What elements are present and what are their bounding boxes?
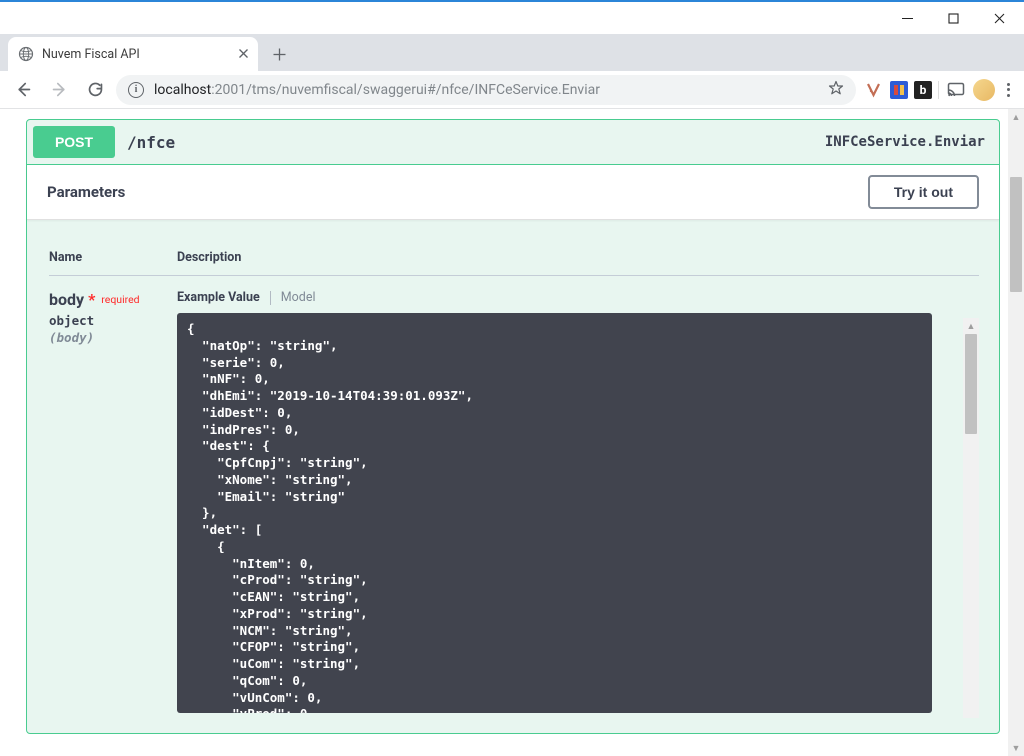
page-content: POST /nfce INFCeService.Enviar Parameter… <box>0 109 1024 756</box>
window-maximize-button[interactable] <box>930 3 976 33</box>
operation-path: /nfce <box>127 133 813 152</box>
example-scrollbar-thumb[interactable] <box>965 334 977 434</box>
back-button[interactable] <box>8 75 38 105</box>
window-minimize-button[interactable] <box>884 3 930 33</box>
extension-icon-3[interactable]: b <box>914 81 932 99</box>
parameter-type: object <box>49 313 177 328</box>
new-tab-button[interactable] <box>264 39 294 69</box>
window-titlebar <box>0 2 1024 34</box>
tab-close-icon[interactable] <box>239 47 248 62</box>
example-model-tabs: Example Value Model <box>177 290 979 305</box>
column-description: Description <box>177 250 979 265</box>
page-scrollbar-thumb[interactable] <box>1010 177 1022 292</box>
parameter-row: body * required object (body) Example Va… <box>49 276 979 713</box>
http-method-badge: POST <box>33 126 115 158</box>
parameter-name: body <box>49 290 84 309</box>
parameters-body: Name Description body * required object … <box>27 220 999 733</box>
browser-tab[interactable]: Nuvem Fiscal API <box>8 37 258 71</box>
operation-id: INFCeService.Enviar <box>825 134 985 150</box>
page-scroll-down-arrow-icon[interactable]: ▼ <box>1008 740 1024 756</box>
profile-avatar[interactable] <box>973 79 995 101</box>
parameter-in: (body) <box>49 330 177 345</box>
tab-example-value[interactable]: Example Value <box>177 290 260 305</box>
extension-icon-2[interactable] <box>890 81 908 99</box>
parameter-name-line: body * required <box>49 290 177 309</box>
example-json-block[interactable]: { "natOp": "string", "serie": 0, "nNF": … <box>177 313 932 713</box>
parameters-header: Parameters Try it out <box>27 165 999 220</box>
scroll-up-arrow-icon[interactable]: ▲ <box>963 318 979 334</box>
column-name: Name <box>49 250 177 265</box>
toolbar-divider <box>938 81 939 99</box>
parameters-title: Parameters <box>47 183 125 201</box>
operation-block: POST /nfce INFCeService.Enviar Parameter… <box>26 119 1000 734</box>
tab-model[interactable]: Model <box>281 290 316 305</box>
site-info-icon[interactable]: i <box>128 82 144 98</box>
globe-icon <box>18 46 34 62</box>
tab-strip: Nuvem Fiscal API <box>0 34 1024 71</box>
parameter-content: Example Value Model { "natOp": "string",… <box>177 290 979 713</box>
extension-icon-1[interactable] <box>862 79 884 101</box>
window-close-button[interactable] <box>976 3 1022 33</box>
try-it-out-button[interactable]: Try it out <box>868 175 979 209</box>
url-text: localhost:2001/tms/nuvemfiscal/swaggerui… <box>154 82 818 98</box>
page-scrollbar[interactable]: ▲ ▼ <box>1008 109 1024 756</box>
page-scroll-up-arrow-icon[interactable]: ▲ <box>1008 109 1024 125</box>
browser-menu-button[interactable] <box>1001 83 1016 97</box>
example-scrollbar[interactable]: ▲ <box>963 318 979 718</box>
parameter-meta: body * required object (body) <box>49 290 177 713</box>
required-star: * <box>88 290 95 309</box>
reload-button[interactable] <box>80 75 110 105</box>
bookmark-star-icon[interactable] <box>828 80 844 100</box>
cast-icon[interactable] <box>945 79 967 101</box>
parameters-table-header: Name Description <box>49 240 979 276</box>
operation-summary[interactable]: POST /nfce INFCeService.Enviar <box>27 120 999 165</box>
browser-toolbar: i localhost:2001/tms/nuvemfiscal/swagger… <box>0 71 1024 109</box>
forward-button[interactable] <box>44 75 74 105</box>
tab-title: Nuvem Fiscal API <box>42 47 231 62</box>
required-label: required <box>99 293 139 306</box>
address-bar[interactable]: i localhost:2001/tms/nuvemfiscal/swagger… <box>116 75 856 105</box>
tab-divider <box>270 291 271 305</box>
